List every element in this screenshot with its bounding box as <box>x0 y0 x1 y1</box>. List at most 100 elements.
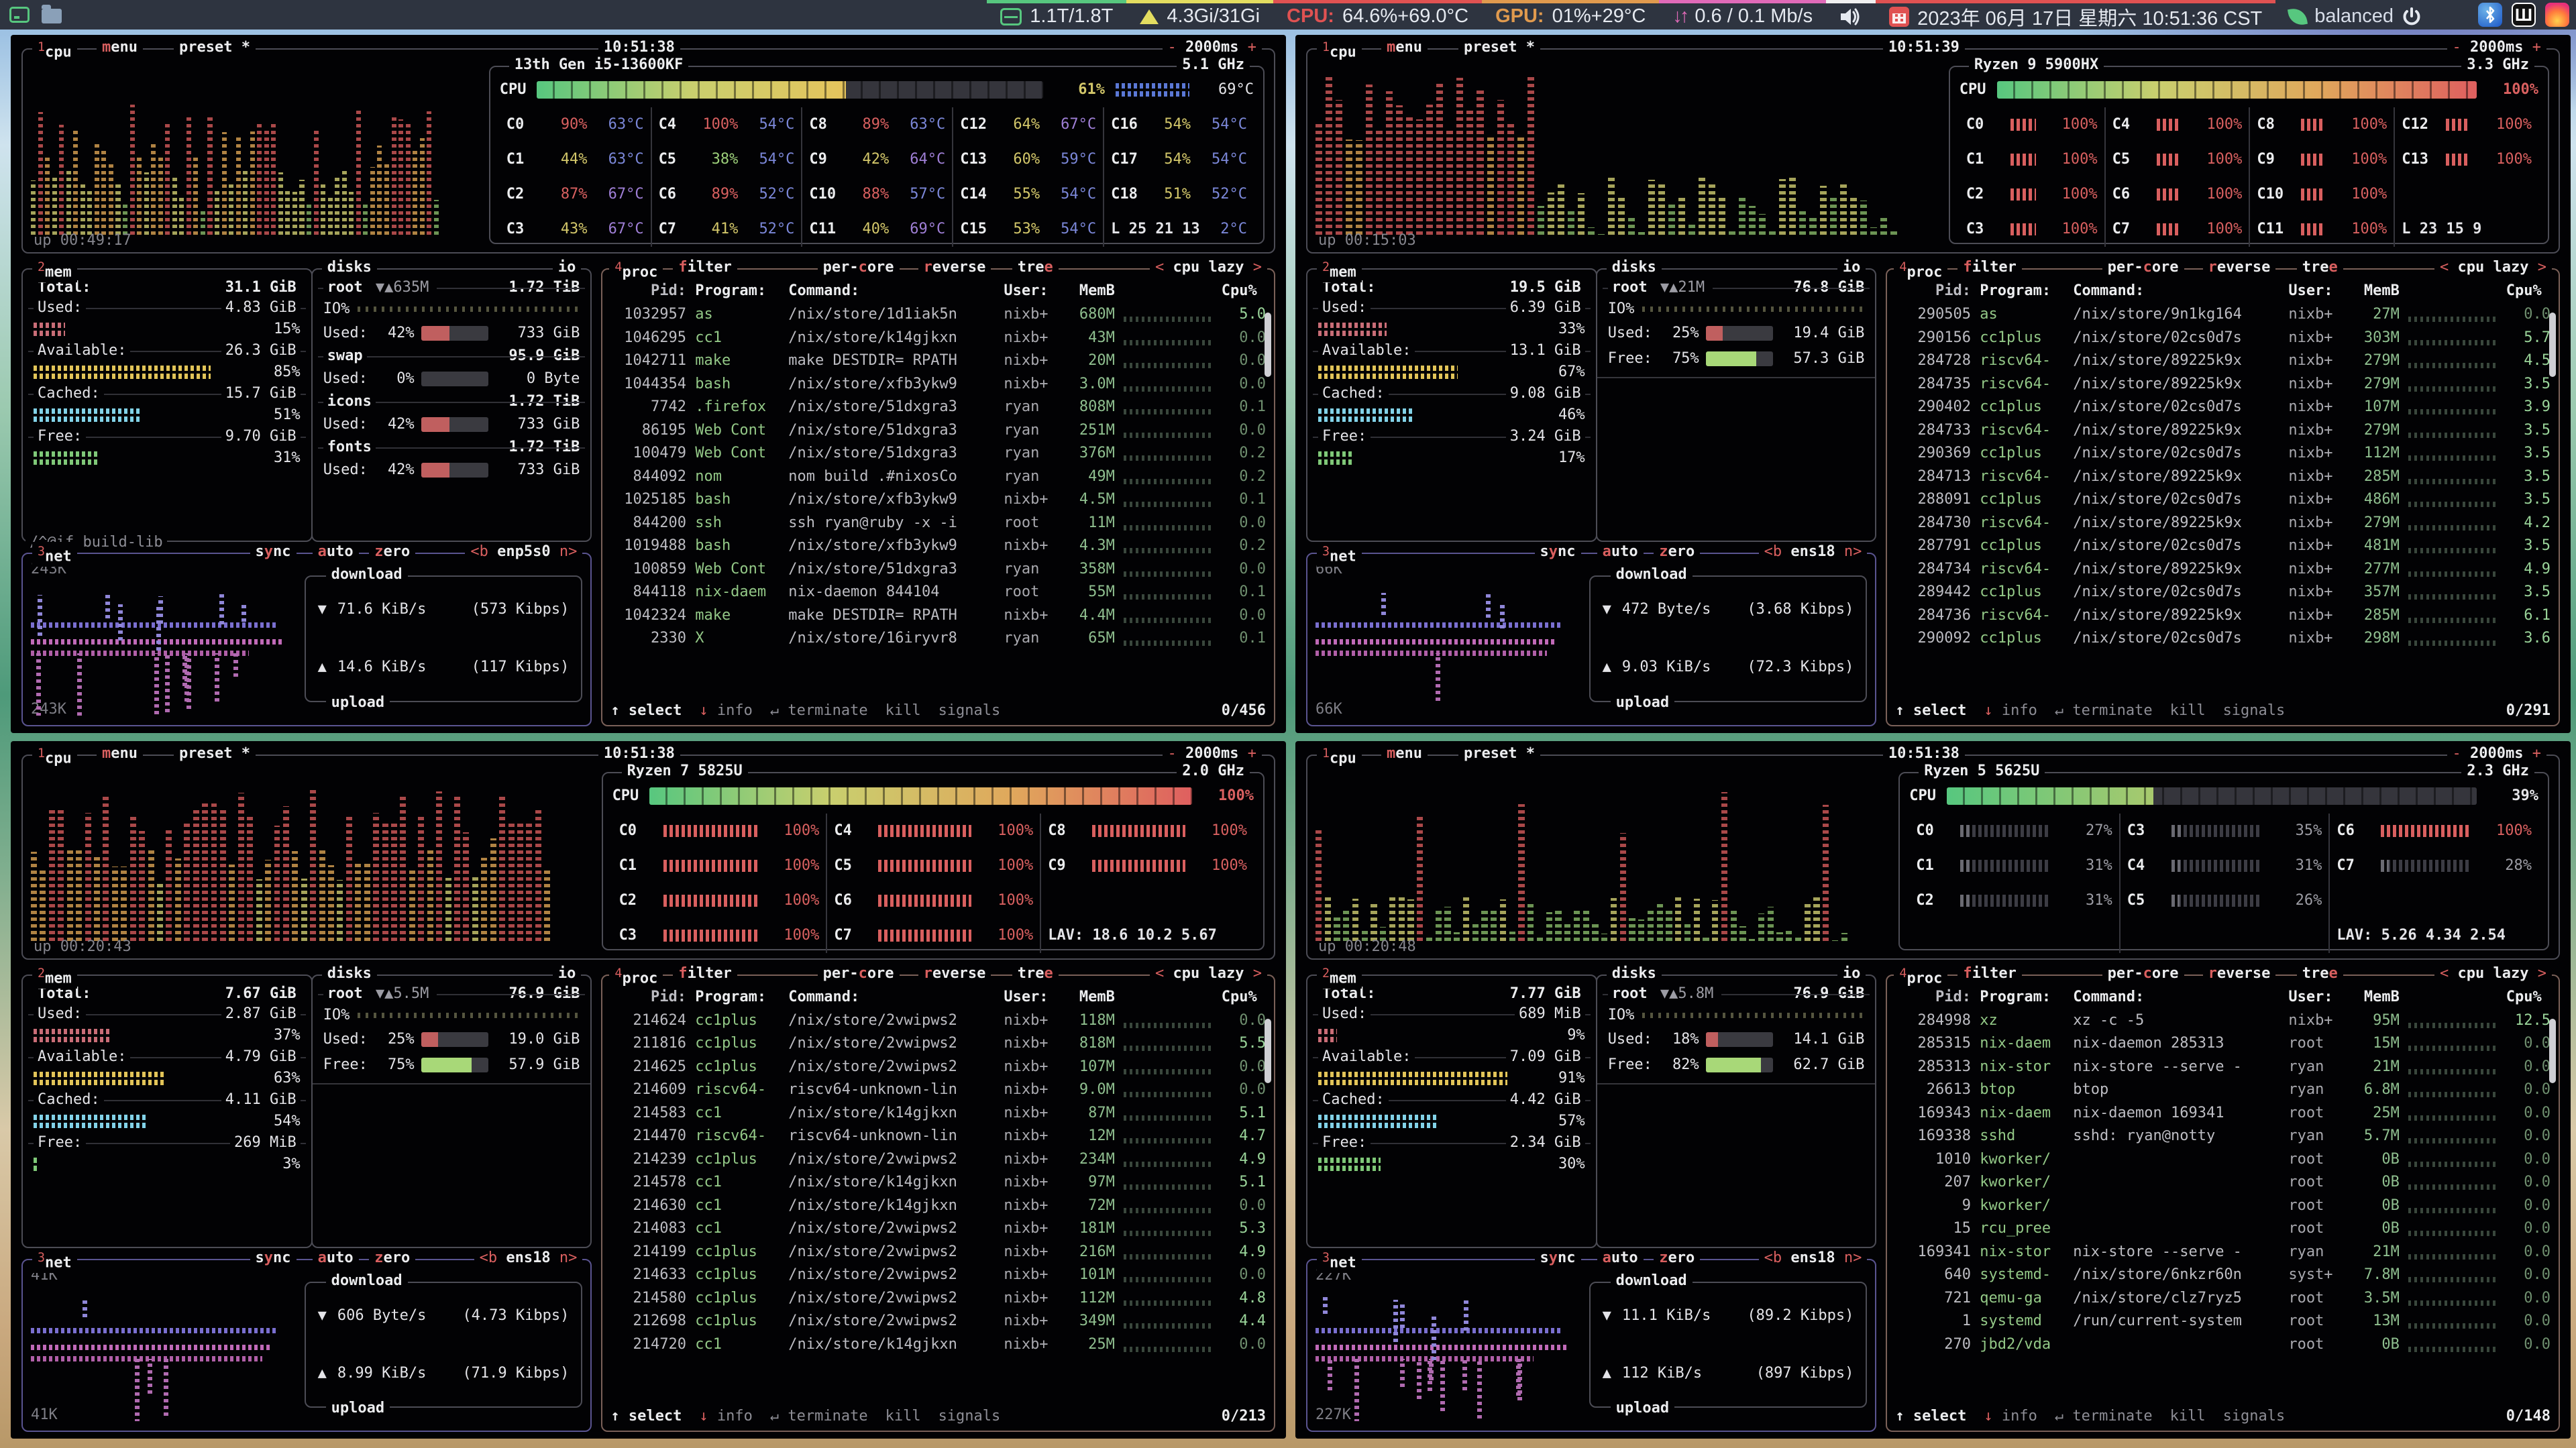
process-row[interactable]: 270jbd2/vdaroot0B0.0 <box>1895 1333 2551 1357</box>
col-memb[interactable]: MemB <box>2351 281 2400 301</box>
memory-panel-title[interactable]: 2mem <box>1317 258 1362 282</box>
tree-toggle[interactable]: tree <box>2297 258 2343 278</box>
net-interface-selector[interactable]: <b ens18 n> <box>1759 1248 1868 1268</box>
process-row[interactable]: 1019488bash/nix/store/xfb3ykw9nixb+4.3M0… <box>610 535 1266 558</box>
interval-decrease-button[interactable]: - <box>2453 39 2471 56</box>
sort-prev-button[interactable]: < <box>1155 259 1173 276</box>
col-program[interactable]: Program: <box>1980 281 2064 301</box>
process-row[interactable]: 284733riscv64-/nix/store/89225k9xnixb+27… <box>1895 419 2551 443</box>
terminate-action[interactable]: ↵ terminate <box>2055 1406 2153 1427</box>
process-row[interactable]: 1042324makemake DESTDIR= RPATHnixb+4.4M0… <box>610 604 1266 628</box>
reverse-toggle[interactable]: reverse <box>918 964 991 984</box>
sort-prev-button[interactable]: < <box>1155 965 1173 982</box>
signals-action[interactable]: signals <box>2223 701 2286 721</box>
process-row[interactable]: 290369cc1plus/nix/store/02cs0d7snixb+112… <box>1895 442 2551 465</box>
process-row[interactable]: 169343nix-daemnix-daemon 169341root25M0.… <box>1895 1102 2551 1125</box>
process-row[interactable]: 288091cc1plus/nix/store/02cs0d7snixb+486… <box>1895 488 2551 512</box>
menu-button[interactable]: menu <box>1381 38 1428 58</box>
process-row[interactable]: 26613btopbtopryan6.8M0.0 <box>1895 1078 2551 1102</box>
interval-increase-button[interactable]: + <box>2524 745 2542 762</box>
preset-button[interactable]: preset * <box>1458 744 1540 764</box>
process-row[interactable]: 214583cc1/nix/store/k14gjkxnnixb+87M5.1 <box>610 1102 1266 1125</box>
process-panel-title[interactable]: 4proc <box>1894 964 1947 989</box>
sort-next-button[interactable]: > <box>1244 965 1263 982</box>
disk-usage-indicator[interactable]: 1.1T/1.8T <box>987 0 1126 30</box>
process-row[interactable]: 289442cc1plus/nix/store/02cs0d7snixb+357… <box>1895 581 2551 604</box>
net-auto-button[interactable]: auto <box>313 542 359 562</box>
process-row[interactable]: 290505as/nix/store/9n1kg164nixb+27M0.0 <box>1895 303 2551 327</box>
col-program[interactable]: Program: <box>1980 987 2064 1007</box>
memory-panel-title[interactable]: 2mem <box>32 258 77 282</box>
process-row[interactable]: 285313nix-stornix-store --serve -ryan21M… <box>1895 1056 2551 1079</box>
sort-selector[interactable]: < cpu lazy > <box>1150 258 1267 278</box>
process-row[interactable]: 640systemd-/nix/store/6nkzr60nsyst+7.8M0… <box>1895 1264 2551 1287</box>
kill-action[interactable]: kill <box>2170 701 2206 721</box>
process-panel-title[interactable]: 4proc <box>609 964 663 989</box>
col-command[interactable]: Command: <box>2073 987 2279 1007</box>
menu-button[interactable]: menu <box>1381 744 1428 764</box>
terminate-action[interactable]: ↵ terminate <box>2055 701 2153 721</box>
select-action[interactable]: ↑ select <box>1895 701 1966 721</box>
net-interface-selector[interactable]: <b ens18 n> <box>474 1248 583 1268</box>
sort-next-button[interactable]: > <box>1244 259 1263 276</box>
volume-control[interactable] <box>1826 0 1876 30</box>
process-row[interactable]: 284728riscv64-/nix/store/89225k9xnixb+27… <box>1895 349 2551 373</box>
col-cpu[interactable]: Cpu% ↑ <box>2506 987 2551 1007</box>
select-action[interactable]: ↑ select <box>610 1406 682 1427</box>
signals-action[interactable]: signals <box>938 701 1001 721</box>
signals-action[interactable]: signals <box>2223 1406 2286 1427</box>
process-row[interactable]: 86195Web Cont/nix/store/51dxgra3ryan251M… <box>610 419 1266 443</box>
process-row[interactable]: 15rcu_preeroot0B0.0 <box>1895 1217 2551 1241</box>
net-auto-button[interactable]: auto <box>1597 1248 1644 1268</box>
kill-action[interactable]: kill <box>2170 1406 2206 1427</box>
process-row[interactable]: 214625cc1plus/nix/store/2vwipws2nixb+107… <box>610 1056 1266 1079</box>
filter-button[interactable]: filter <box>1957 964 2021 984</box>
sort-selector[interactable]: < cpu lazy > <box>2434 964 2552 984</box>
per-core-toggle[interactable]: per-core <box>2102 964 2184 984</box>
net-auto-button[interactable]: auto <box>1597 542 1644 562</box>
disks-panel-title[interactable]: disks <box>1607 964 1662 984</box>
col-memb[interactable]: MemB <box>2351 987 2400 1007</box>
net-interface-selector[interactable]: <b enp5s0 n> <box>465 542 582 562</box>
sort-selector[interactable]: < cpu lazy > <box>1150 964 1267 984</box>
col-user[interactable]: User: <box>2288 281 2341 301</box>
process-row[interactable]: 1systemd/run/current-systemroot13M0.0 <box>1895 1310 2551 1333</box>
process-row[interactable]: 290156cc1plus/nix/store/02cs0d7snixb+303… <box>1895 327 2551 350</box>
memory-panel-title[interactable]: 2mem <box>1317 964 1362 989</box>
process-row[interactable]: 214630cc1/nix/store/k14gjkxnnixb+72M0.0 <box>610 1194 1266 1218</box>
process-panel-title[interactable]: 4proc <box>609 258 663 282</box>
process-row[interactable]: 290092cc1plus/nix/store/02cs0d7snixb+298… <box>1895 627 2551 651</box>
cpu-panel-title[interactable]: 1cpu <box>1317 744 1362 769</box>
col-user[interactable]: User: <box>2288 987 2341 1007</box>
wayland-app-icon[interactable]: Ш <box>2512 3 2536 27</box>
process-row[interactable]: 844092nomnom build .#nixosCoryan49M0.2 <box>610 465 1266 489</box>
process-row[interactable]: 2330X/nix/store/16iryvr8ryan65M0.1 <box>610 627 1266 651</box>
per-core-toggle[interactable]: per-core <box>2102 258 2184 278</box>
sort-prev-button[interactable]: < <box>2440 259 2458 276</box>
process-row[interactable]: 284998xzxz -c -5nixb+95M12.5 <box>1895 1009 2551 1033</box>
process-row[interactable]: 1032957as/nix/store/1d1iak5nnixb+680M5.0 <box>610 303 1266 327</box>
process-row[interactable]: 284736riscv64-/nix/store/89225k9xnixb+28… <box>1895 604 2551 628</box>
signals-action[interactable]: signals <box>938 1406 1001 1427</box>
filter-button[interactable]: filter <box>1957 258 2021 278</box>
process-row[interactable]: 100859Web Cont/nix/store/51dxgra3ryan358… <box>610 558 1266 581</box>
net-sync-button[interactable]: sync <box>1535 1248 1581 1268</box>
tree-toggle[interactable]: tree <box>2297 964 2343 984</box>
network-panel-title[interactable]: 3net <box>32 542 77 567</box>
net-zero-button[interactable]: zero <box>369 1248 415 1268</box>
process-row[interactable]: 1010kworker/root0B0.0 <box>1895 1148 2551 1172</box>
memory-indicator[interactable]: 4.3Gi/31Gi <box>1126 0 1273 30</box>
col-memb[interactable]: MemB <box>1066 281 1115 301</box>
memory-panel-title[interactable]: 2mem <box>32 964 77 989</box>
process-row[interactable]: 1025185bash/nix/store/xfb3ykw9nixb+4.5M0… <box>610 488 1266 512</box>
process-row[interactable]: 290402cc1plus/nix/store/02cs0d7snixb+107… <box>1895 396 2551 419</box>
kill-action[interactable]: kill <box>885 701 921 721</box>
process-row[interactable]: 212698cc1plus/nix/store/2vwipws2nixb+349… <box>610 1310 1266 1333</box>
col-pid[interactable]: Pid: <box>1895 987 1971 1007</box>
process-row[interactable]: 214720cc1/nix/store/k14gjkxnnixb+25M0.0 <box>610 1333 1266 1357</box>
process-row[interactable]: 1044354bash/nix/store/xfb3ykw9nixb+3.0M0… <box>610 373 1266 396</box>
col-user[interactable]: User: <box>1004 987 1057 1007</box>
gpu-indicator[interactable]: GPU: 01%+29°C <box>1482 0 1659 30</box>
process-row[interactable]: 214083cc1/nix/store/2vwipws2nixb+181M5.3 <box>610 1217 1266 1241</box>
cpu-indicator[interactable]: CPU: 64.6%+69.0°C <box>1273 0 1482 30</box>
